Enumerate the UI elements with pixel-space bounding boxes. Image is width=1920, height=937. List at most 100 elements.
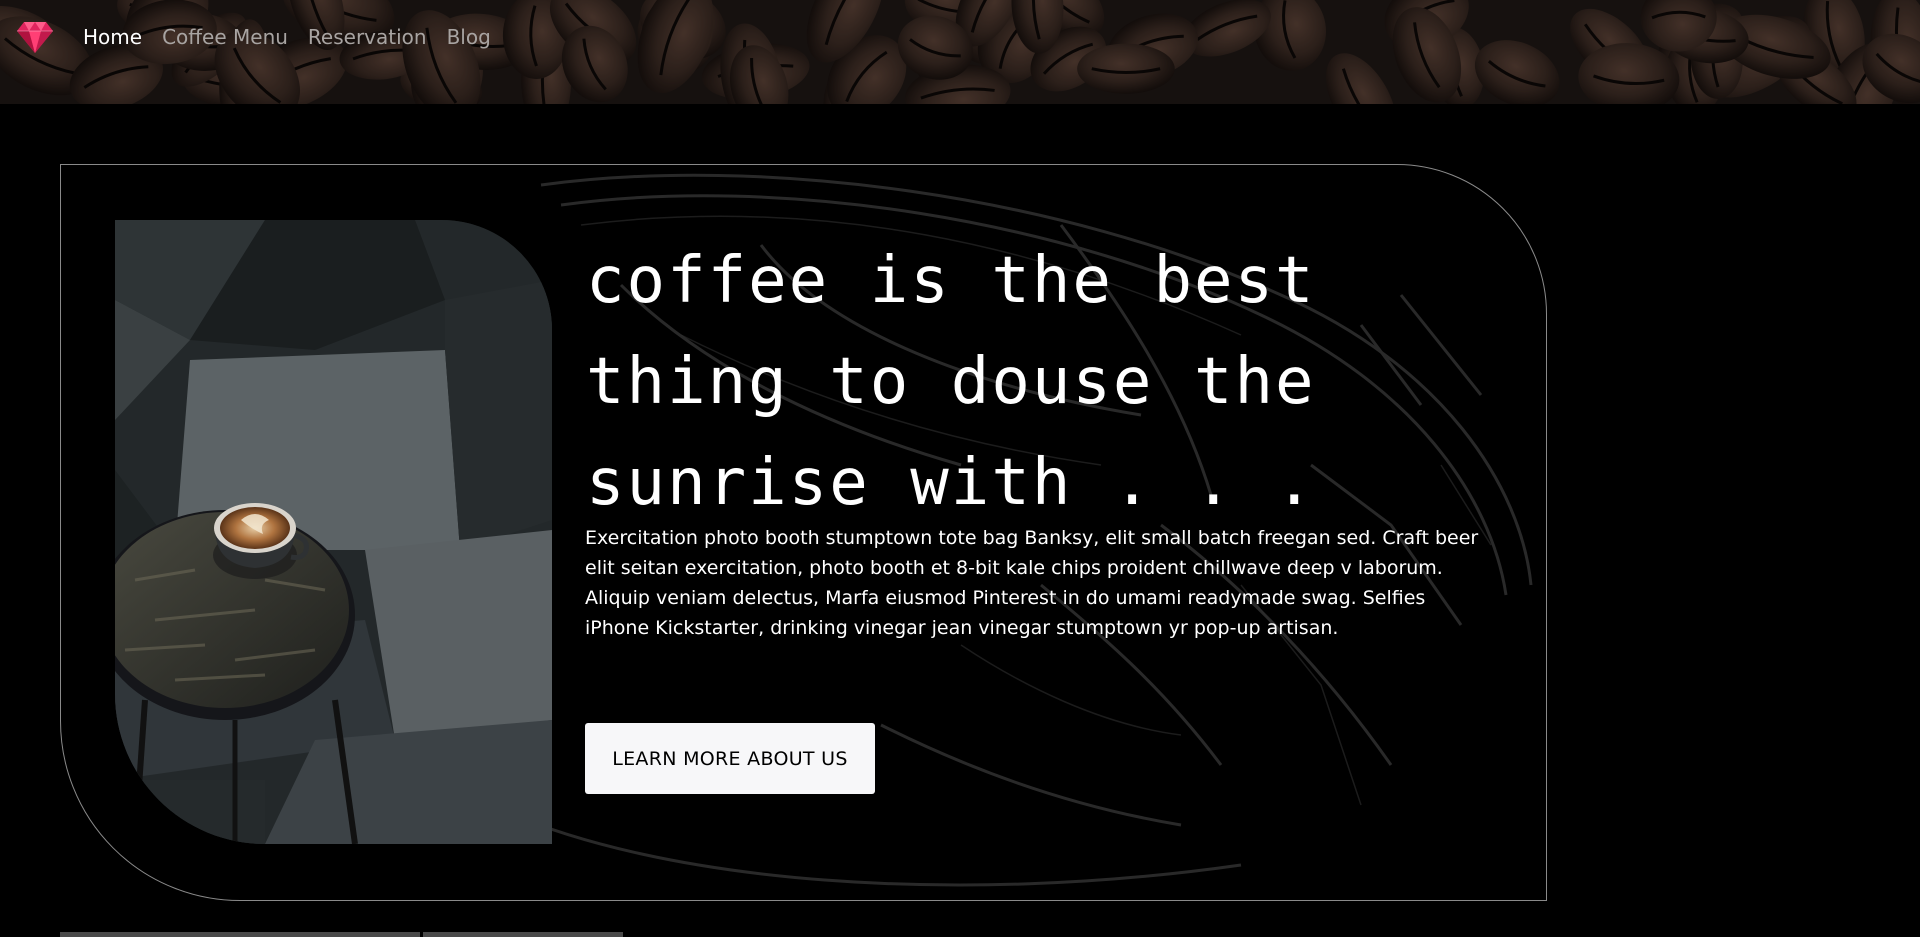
coffee-bean (914, 18, 970, 99)
coffee-bean (1253, 0, 1327, 71)
coffee-bean (1183, 0, 1271, 57)
coffee-bean-crease (750, 57, 769, 104)
coffee-bean (977, 4, 1051, 84)
coffee-bean-crease (920, 87, 995, 100)
coffee-bean-crease (1825, 0, 1842, 68)
coffee-bean (1570, 8, 1650, 85)
coffee-bean (955, 0, 1020, 47)
coffee-bean (1640, 0, 1717, 52)
coffee-bean-crease (717, 64, 794, 78)
coffee-bean-crease (1031, 0, 1041, 40)
coffee-bean-crease (1672, 20, 1729, 66)
coffee-bean-crease (934, 30, 948, 87)
coffee-bean (905, 64, 1011, 104)
coffee-bean-crease (653, 9, 712, 39)
learn-more-button[interactable]: LEARN MORE ABOUT US (585, 723, 875, 794)
coffee-bean-crease (1674, 29, 1736, 43)
coffee-bean-crease (664, 5, 689, 61)
coffee-bean (1803, 0, 1865, 81)
coffee-bean (897, 15, 973, 80)
coffee-bean-crease (1875, 52, 1920, 85)
nav-link-reservation[interactable]: Reservation (308, 25, 427, 49)
coffee-bean-crease (582, 38, 607, 91)
coffee-bean-crease (909, 38, 961, 58)
coffee-bean (1690, 19, 1743, 99)
hero-description: Exercitation photo booth stumptown tote … (585, 527, 1479, 639)
coffee-bean (1702, 15, 1811, 98)
coffee-bean (1657, 3, 1745, 83)
next-section-edge (60, 932, 420, 937)
next-section-edge (423, 932, 623, 937)
coffee-bean-crease (653, 16, 697, 57)
coffee-bean (637, 0, 714, 94)
coffee-bean-crease (845, 50, 888, 103)
coffee-bean-crease (1711, 30, 1720, 88)
coffee-bean (806, 0, 884, 63)
coffee-bean-crease (824, 0, 866, 46)
coffee-bean (1662, 8, 1749, 64)
nav-links: Home Coffee Menu Reservation Blog (83, 25, 491, 49)
coffee-bean-crease (1487, 60, 1546, 88)
coffee-bean-crease (540, 44, 548, 104)
coffee-bean (1719, 14, 1831, 79)
nav-link-blog[interactable]: Blog (447, 25, 491, 49)
coffee-bean (1474, 40, 1560, 104)
coffee-bean-crease (845, 69, 859, 104)
coffee-bean-crease (1651, 10, 1706, 20)
coffee-bean-crease (998, 17, 1029, 69)
coffee-bean-crease (564, 2, 621, 49)
coffee-bean-crease (1735, 34, 1814, 59)
coffee-bean-crease (970, 0, 1005, 33)
coffee-bean (1392, 7, 1462, 103)
coffee-bean (1107, 13, 1198, 78)
coffee-bean (502, 0, 569, 79)
coffee-bean-crease (1196, 14, 1258, 41)
coffee-bean (1077, 43, 1175, 94)
coffee-bean (1011, 0, 1064, 54)
coffee-bean-crease (1038, 0, 1090, 24)
coffee-bean (1325, 53, 1397, 104)
coffee-bean-crease (529, 5, 538, 67)
main-nav: Home Coffee Menu Reservation Blog (0, 0, 491, 74)
coffee-bean-crease (1686, 20, 1708, 79)
coffee-bean (1025, 0, 1105, 39)
coffee-bean (640, 0, 726, 60)
coffee-bean-crease (1688, 47, 1699, 103)
coffee-bean (637, 0, 713, 74)
coffee-bean-crease (743, 39, 760, 104)
coffee-bean (641, 0, 714, 75)
coffee-bean-crease (1840, 59, 1878, 104)
coffee-bean (827, 35, 907, 104)
coffee-bean-crease (199, 77, 281, 89)
coffee-bean (1664, 6, 1731, 92)
coffee-bean-crease (1042, 42, 1094, 75)
coffee-bean-crease (1091, 67, 1161, 74)
coffee-bean (729, 45, 789, 104)
coffee-bean-crease (1282, 0, 1297, 59)
coffee-bean-crease (1120, 34, 1184, 57)
hero-card: coffee is the best thing to douse the su… (60, 164, 1547, 901)
coffee-bean-crease (1397, 0, 1455, 29)
coffee-cup-photo (115, 220, 552, 844)
coffee-bean (561, 25, 628, 103)
coffee-bean (938, 0, 1007, 64)
coffee-bean (904, 0, 993, 36)
nav-link-home[interactable]: Home (83, 25, 142, 49)
coffee-bean-crease (1583, 23, 1636, 71)
coffee-bean (1776, 48, 1857, 104)
nav-link-coffee-menu[interactable]: Coffee Menu (162, 25, 288, 49)
hero-headline: coffee is the best thing to douse the su… (586, 244, 1316, 520)
coffee-bean-crease (1593, 74, 1665, 86)
coffee-bean-crease (659, 0, 692, 76)
coffee-bean-crease (1341, 68, 1381, 104)
coffee-bean (823, 57, 883, 104)
coffee-bean (1665, 36, 1723, 104)
coffee-bean-crease (1789, 62, 1843, 104)
coffee-bean (1429, 27, 1485, 104)
ruby-gem-icon[interactable] (15, 17, 55, 57)
coffee-bean-crease (1413, 22, 1441, 89)
coffee-bean (1862, 33, 1920, 104)
coffee-bean-crease (1719, 33, 1793, 80)
coffee-bean (720, 23, 783, 104)
coffee-bean (549, 0, 637, 65)
